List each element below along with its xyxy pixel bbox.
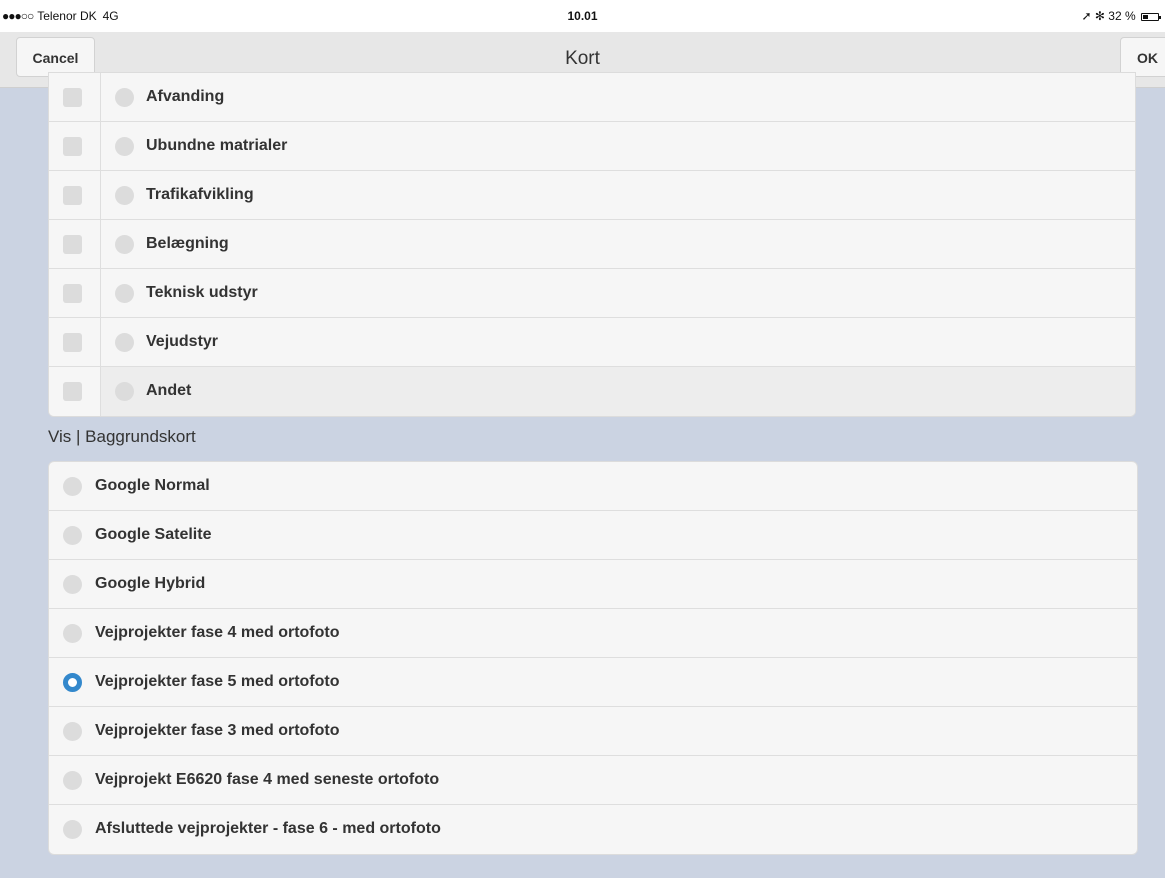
checkbox-cell [49, 269, 101, 317]
ok-button[interactable]: OK [1120, 37, 1165, 77]
section-header-background-maps: Vis | Baggrundskort [48, 427, 196, 446]
layer-row[interactable]: Vejudstyr [49, 318, 1135, 367]
layer-radio[interactable] [115, 186, 134, 205]
radio-unselected[interactable] [63, 526, 82, 545]
radio-unselected[interactable] [63, 771, 82, 790]
layer-row[interactable]: Ubundne matrialer [49, 122, 1135, 171]
layer-label: Vejudstyr [146, 333, 219, 350]
layer-radio[interactable] [115, 284, 134, 303]
background-map-label: Vejprojekter fase 3 med ortofoto [95, 722, 340, 739]
layer-radio[interactable] [115, 88, 134, 107]
layer-list: Afvanding Ubundne matrialer Trafikafviklin… [48, 72, 1136, 417]
page-title: Kort [565, 48, 600, 69]
checkbox-cell [49, 318, 101, 366]
background-map-label: Vejprojekt E6620 fase 4 med seneste orto… [95, 771, 440, 788]
layer-label: Trafikafvikling [146, 186, 254, 203]
layer-row[interactable]: Belægning [49, 220, 1135, 269]
layer-row[interactable]: Teknisk udstyr [49, 269, 1135, 318]
layer-checkbox[interactable] [63, 235, 82, 254]
layer-checkbox[interactable] [63, 284, 82, 303]
background-map-option[interactable]: Vejprojekt E6620 fase 4 med seneste orto… [49, 756, 1137, 805]
checkbox-cell [49, 73, 101, 121]
bluetooth-icon: ✻ [1094, 9, 1105, 23]
radio-unselected[interactable] [63, 575, 82, 594]
background-map-option[interactable]: Google Hybrid [49, 560, 1137, 609]
layer-checkbox[interactable] [63, 186, 82, 205]
status-time: 10.01 [567, 9, 598, 23]
battery-level-fill [1143, 15, 1148, 19]
layer-row[interactable]: Trafikafvikling [49, 171, 1135, 220]
radio-unselected[interactable] [63, 477, 82, 496]
background-map-label: Google Satelite [95, 526, 212, 543]
background-map-option[interactable]: Vejprojekter fase 5 med ortofoto [49, 658, 1137, 707]
background-map-option[interactable]: Google Normal [49, 462, 1137, 511]
layer-checkbox[interactable] [63, 88, 82, 107]
battery-icon [1141, 13, 1161, 21]
background-map-label: Vejprojekter fase 5 med ortofoto [95, 673, 340, 690]
background-map-label: Afsluttede vejprojekter - fase 6 - med o… [95, 820, 441, 837]
radio-unselected[interactable] [63, 722, 82, 741]
status-bar: ●●●○○ Telenor DK 4G 10.01 ➚ ✻ 32 % [0, 0, 1165, 32]
layer-radio[interactable] [115, 235, 134, 254]
background-map-option[interactable]: Google Satelite [49, 511, 1137, 560]
background-map-list: Google Normal Google Satelite Google Hybri… [48, 461, 1138, 855]
layer-label: Ubundne matrialer [146, 137, 288, 154]
background-map-option[interactable]: Vejprojekter fase 3 med ortofoto [49, 707, 1137, 756]
battery-percent: 32 % [1108, 9, 1136, 23]
background-map-option[interactable]: Vejprojekter fase 4 med ortofoto [49, 609, 1137, 658]
checkbox-cell [49, 367, 101, 416]
layer-label: Teknisk udstyr [146, 284, 258, 301]
layer-checkbox[interactable] [63, 137, 82, 156]
layer-row[interactable]: Andet [49, 367, 1135, 416]
background-map-label: Google Hybrid [95, 575, 206, 592]
checkbox-cell [49, 220, 101, 268]
layer-checkbox[interactable] [63, 382, 82, 401]
radio-selected[interactable] [63, 673, 82, 692]
background-map-option[interactable]: Afsluttede vejprojekter - fase 6 - med o… [49, 805, 1137, 854]
layer-radio[interactable] [115, 382, 134, 401]
layer-radio[interactable] [115, 137, 134, 156]
layer-label: Andet [146, 382, 192, 399]
background-map-label: Vejprojekter fase 4 med ortofoto [95, 624, 340, 641]
radio-unselected[interactable] [63, 820, 82, 839]
layer-label: Belægning [146, 235, 229, 252]
layer-radio[interactable] [115, 333, 134, 352]
background-map-label: Google Normal [95, 477, 210, 494]
status-right: ➚ ✻ 32 % [1081, 9, 1161, 23]
checkbox-cell [49, 122, 101, 170]
location-arrow-icon: ➚ [1081, 9, 1092, 23]
checkbox-cell [49, 171, 101, 219]
layer-label: Afvanding [146, 88, 225, 105]
layer-checkbox[interactable] [63, 333, 82, 352]
layer-row[interactable]: Afvanding [49, 73, 1135, 122]
radio-unselected[interactable] [63, 624, 82, 643]
